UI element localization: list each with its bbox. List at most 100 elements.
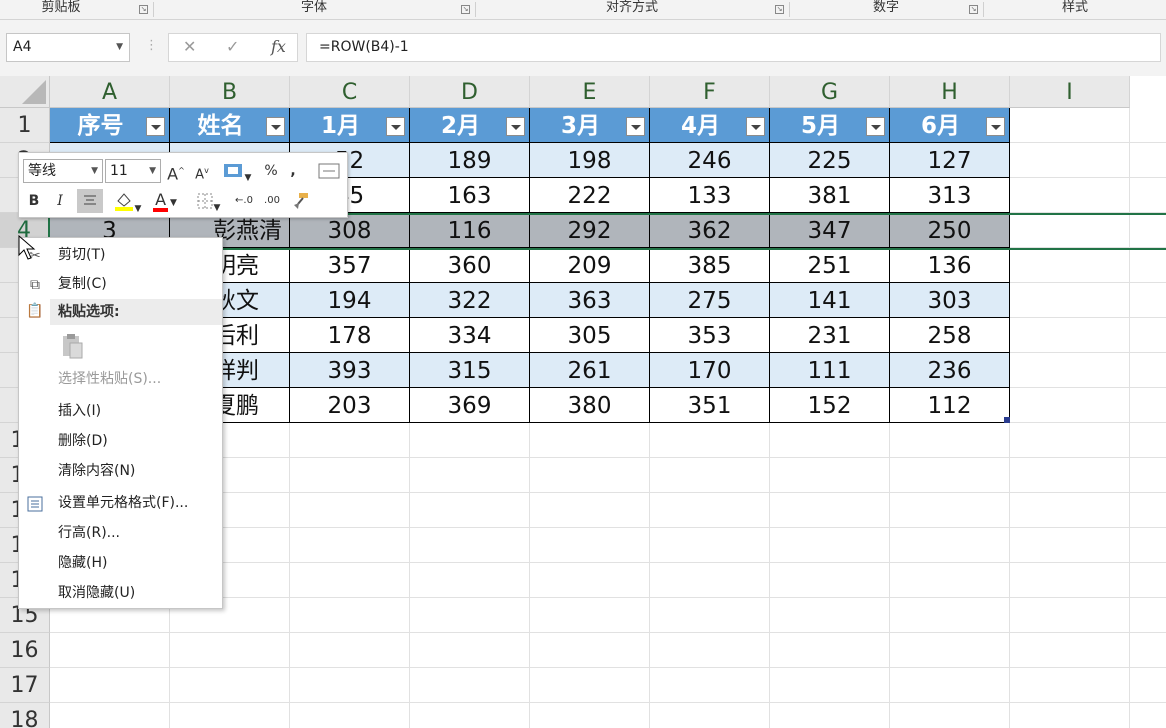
table-cell[interactable]: 322 [410,283,530,318]
table-cell[interactable]: 194 [290,283,410,318]
table-cell[interactable]: 258 [890,318,1010,353]
filter-dropdown-icon[interactable] [626,117,645,136]
table-cell[interactable]: 251 [770,248,890,283]
table-cell[interactable]: 305 [530,318,650,353]
table-header-cell[interactable]: 4月 [650,108,770,143]
table-header-cell[interactable]: 5月 [770,108,890,143]
font-size-select[interactable]: 11 ▼ [105,159,161,183]
table-cell[interactable]: 163 [410,178,530,213]
table-cell[interactable]: 178 [290,318,410,353]
table-header-cell[interactable]: 1月 [290,108,410,143]
table-cell[interactable]: 203 [290,388,410,423]
table-cell[interactable]: 133 [650,178,770,213]
formula-input[interactable]: =ROW(B4)-1 [306,33,1161,62]
table-cell[interactable]: 303 [890,283,1010,318]
ribbon-group-styles[interactable]: 样式 [984,0,1166,20]
menu-item-delete[interactable]: 删除(D) [19,427,222,456]
ribbon-group-number[interactable]: 数字 ↘ [790,0,982,20]
center-align-button[interactable] [77,189,103,213]
column-header-c[interactable]: C [290,76,410,108]
dialog-launcher-icon[interactable]: ↘ [969,5,978,14]
column-header-b[interactable]: B [170,76,290,108]
ribbon-group-clipboard[interactable]: 剪贴板 ↘ [0,0,152,20]
menu-item-cut[interactable]: ✂ 剪切(T) [19,241,222,270]
table-cell[interactable]: 127 [890,143,1010,178]
table-cell[interactable]: 380 [530,388,650,423]
paste-icon[interactable] [61,333,83,359]
menu-item-copy[interactable]: ⧉ 复制(C) [19,270,222,299]
table-cell[interactable]: 351 [650,388,770,423]
row-header-1[interactable]: 1 [0,108,50,143]
chevron-down-icon[interactable]: ▼ [116,34,123,61]
select-all-button[interactable] [0,76,50,108]
menu-item-row-height[interactable]: 行高(R)... [19,519,222,548]
insert-function-icon[interactable]: fx [271,37,286,56]
table-header-cell[interactable]: 2月 [410,108,530,143]
name-box[interactable]: A4 ▼ [6,33,130,62]
table-cell[interactable]: 334 [410,318,530,353]
table-cell[interactable]: 246 [650,143,770,178]
comma-style-button[interactable]: , [284,159,302,183]
table-cell[interactable]: 357 [290,248,410,283]
drag-handle-icon[interactable]: ⋮ [145,38,158,53]
table-cell[interactable]: 111 [770,353,890,388]
row-header-18[interactable]: 18 [0,703,50,728]
ribbon-group-font[interactable]: 字体 ↘ [154,0,474,20]
table-header-cell[interactable]: 姓名 [170,108,290,143]
table-cell[interactable]: 362 [650,213,770,248]
table-cell[interactable]: 369 [410,388,530,423]
table-cell[interactable]: 136 [890,248,1010,283]
table-cell[interactable]: 209 [530,248,650,283]
fill-handle[interactable] [1004,417,1010,423]
filter-dropdown-icon[interactable] [506,117,525,136]
menu-item-insert[interactable]: 插入(I) [19,397,222,426]
table-cell[interactable]: 385 [650,248,770,283]
menu-item-paste-special[interactable]: 选择性粘贴(S)... [19,365,222,394]
font-color-button[interactable]: A ▼ [147,189,185,213]
increase-decimal-button[interactable]: ←.0 [231,189,257,213]
bold-button[interactable]: B [23,189,45,213]
table-cell[interactable]: 250 [890,213,1010,248]
accounting-format-button[interactable]: ▼ [217,159,257,183]
borders-button[interactable]: ▼ [189,189,227,213]
table-cell[interactable]: 152 [770,388,890,423]
table-cell[interactable]: 360 [410,248,530,283]
table-cell[interactable]: 347 [770,213,890,248]
italic-button[interactable]: I [49,189,71,213]
table-cell[interactable]: 225 [770,143,890,178]
merge-center-button[interactable] [316,159,342,183]
shrink-font-button[interactable]: Av [192,159,212,183]
column-header-a[interactable]: A [50,76,170,108]
table-cell[interactable]: 116 [410,213,530,248]
table-cell[interactable]: 170 [650,353,770,388]
table-cell[interactable]: 381 [770,178,890,213]
row-header-17[interactable]: 17 [0,668,50,703]
menu-item-clear-contents[interactable]: 清除内容(N) [19,457,222,486]
table-cell[interactable]: 189 [410,143,530,178]
fill-color-button[interactable]: ▼ [107,189,147,214]
filter-dropdown-icon[interactable] [266,117,285,136]
column-header-f[interactable]: F [650,76,770,108]
filter-dropdown-icon[interactable] [386,117,405,136]
table-cell[interactable]: 261 [530,353,650,388]
table-cell[interactable]: 315 [410,353,530,388]
table-header-cell[interactable]: 序号 [50,108,170,143]
table-cell[interactable]: 141 [770,283,890,318]
chevron-down-icon[interactable]: ▼ [149,160,156,182]
menu-item-format-cells[interactable]: 设置单元格格式(F)... [19,489,222,518]
cancel-icon[interactable]: ✕ [183,37,196,56]
table-cell[interactable]: 313 [890,178,1010,213]
table-cell[interactable]: 198 [530,143,650,178]
table-cell[interactable]: 353 [650,318,770,353]
table-cell[interactable]: 236 [890,353,1010,388]
filter-dropdown-icon[interactable] [986,117,1005,136]
filter-dropdown-icon[interactable] [146,117,165,136]
table-cell[interactable]: 292 [530,213,650,248]
ribbon-group-alignment[interactable]: 对齐方式 ↘ [476,0,788,20]
decrease-decimal-button[interactable]: .00 [259,189,285,213]
font-name-select[interactable]: 等线 ▼ [23,159,103,183]
table-header-cell[interactable]: 3月 [530,108,650,143]
menu-item-hide[interactable]: 隐藏(H) [19,549,222,578]
dialog-launcher-icon[interactable]: ↘ [139,5,148,14]
table-cell[interactable]: 112 [890,388,1010,423]
